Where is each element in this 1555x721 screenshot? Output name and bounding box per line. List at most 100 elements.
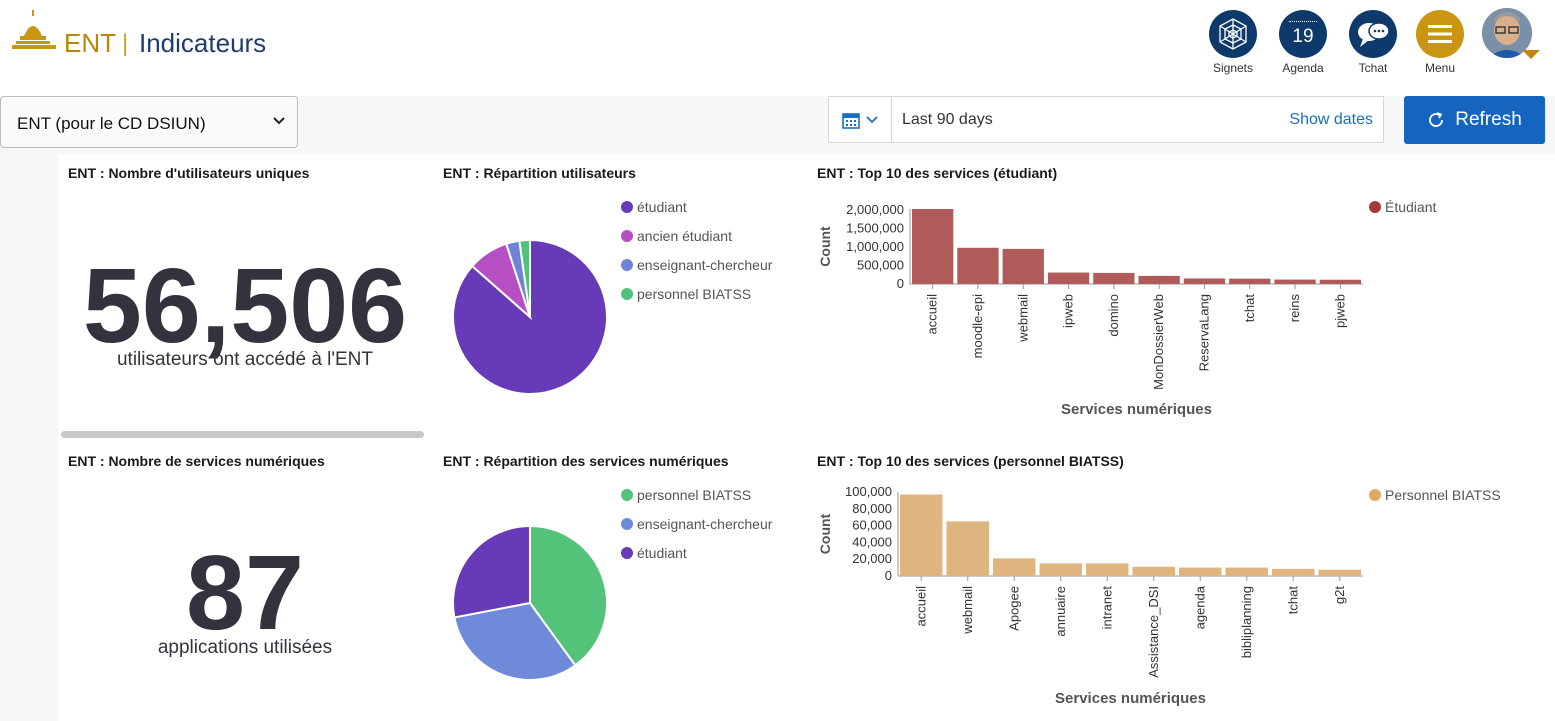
services-count-caption: applications utilisées (157, 637, 333, 658)
legend-item[interactable]: enseignant-chercheur (621, 509, 772, 538)
brand-separator: | (122, 30, 129, 57)
chevron-down-icon (866, 115, 878, 123)
legend-item[interactable]: enseignant-chercheur (621, 250, 772, 279)
spiderweb-icon (1219, 18, 1247, 50)
signets-button[interactable] (1209, 10, 1257, 58)
legend-swatch (621, 258, 633, 271)
y-axis-title: Count (817, 513, 833, 554)
bar[interactable] (912, 209, 954, 284)
bar[interactable] (1179, 567, 1222, 576)
left-gutter (0, 154, 58, 721)
date-picker: Last 90 days Show dates (828, 96, 1384, 143)
signets-label: Signets (1212, 61, 1254, 75)
x-tick-label: moodle-epi (970, 294, 985, 358)
legend-swatch (621, 517, 633, 530)
bar[interactable] (1093, 272, 1135, 284)
y-axis-title: Count (817, 226, 833, 267)
bar[interactable] (993, 558, 1036, 576)
top-students-legend: Étudiant (1369, 192, 1436, 221)
tchat-label: Tchat (1358, 61, 1388, 75)
agenda-button[interactable]: 19 (1279, 10, 1327, 58)
refresh-label: Refresh (1455, 109, 1522, 130)
x-tick-label: pjweb (1332, 294, 1347, 328)
bar[interactable] (1138, 275, 1180, 284)
bar[interactable] (946, 521, 990, 576)
bar[interactable] (1318, 569, 1362, 576)
y-tick-label: 1,500,000 (846, 221, 904, 236)
bar[interactable] (1002, 248, 1044, 284)
services-panel-title: ENT : Nombre de services numériques (68, 453, 325, 469)
legend-item[interactable]: Personnel BIATSS (1369, 480, 1501, 509)
bar[interactable] (1039, 563, 1083, 576)
dome-logo-icon (12, 10, 56, 49)
user-menu-caret[interactable] (1522, 50, 1540, 59)
x-tick-label: tchat (1242, 294, 1257, 323)
calendar-icon: 19 (1279, 10, 1327, 58)
legend-item[interactable]: personnel BIATSS (621, 279, 772, 308)
calendar-icon (842, 112, 860, 129)
users-split-legend: étudiant ancien étudiant enseignant-cherch… (621, 192, 772, 308)
agenda-date-badge: 19 (1292, 26, 1314, 47)
bar[interactable] (1272, 568, 1315, 576)
bar[interactable] (900, 494, 943, 576)
bar[interactable] (957, 247, 999, 284)
legend-swatch (1369, 200, 1381, 213)
legend-label: ancien étudiant (637, 227, 732, 244)
y-tick-label: 0 (885, 568, 892, 583)
legend-label: enseignant-chercheur (637, 515, 773, 532)
legend-label: personnel BIATSS (637, 486, 752, 503)
legend-item[interactable]: personnel BIATSS (621, 480, 772, 509)
x-tick-label: ReservaLang (1196, 294, 1211, 371)
bar[interactable] (1183, 278, 1226, 284)
top-students-chart: 2,000,000 1,500,000 1,000,000 500,000 0 accue… (817, 202, 1363, 418)
legend-item[interactable]: étudiant (621, 192, 772, 221)
dataset-select-value: ENT (pour le CD DSIUN) (17, 114, 206, 133)
x-tick-label: webmail (1015, 294, 1030, 343)
bar[interactable] (1047, 272, 1090, 284)
quick-menu-button[interactable] (829, 97, 892, 142)
show-dates-link[interactable]: Show dates (1289, 111, 1373, 129)
legend-swatch (621, 229, 633, 242)
x-tick-label: ipweb (1061, 294, 1076, 328)
refresh-button[interactable]: Refresh (1404, 96, 1545, 144)
pie-slice[interactable] (452, 524, 531, 619)
y-tick-label: 100,000 (845, 484, 892, 499)
legend-swatch (621, 200, 633, 213)
x-tick-label: agenda (1192, 585, 1207, 629)
app-header: ENT | Indicateurs Signets 19 Agenda Tcha… (0, 0, 1555, 96)
users-panel-title: ENT : Nombre d'utilisateurs uniques (68, 165, 310, 181)
bar[interactable] (1319, 279, 1361, 284)
horizontal-scrollbar[interactable] (61, 431, 424, 438)
top-staff-legend: Personnel BIATSS (1369, 480, 1501, 509)
y-tick-label: 40,000 (852, 534, 892, 549)
legend-swatch (621, 287, 633, 300)
date-range-text[interactable]: Last 90 days (902, 111, 993, 129)
ent-logo[interactable] (10, 10, 60, 54)
tchat-button[interactable] (1349, 10, 1397, 58)
bar[interactable] (1225, 567, 1269, 576)
x-tick-label: accueil (913, 586, 928, 627)
bar[interactable] (1086, 563, 1129, 576)
page-title: Indicateurs (139, 28, 267, 58)
legend-item[interactable]: Étudiant (1369, 192, 1436, 221)
users-split-pie (452, 238, 608, 395)
bar[interactable] (1274, 279, 1316, 284)
x-tick-label: annuaire (1053, 586, 1068, 637)
dataset-select[interactable]: ENT (pour le CD DSIUN) (0, 96, 298, 148)
menu-button[interactable] (1416, 10, 1464, 58)
bar[interactable] (1229, 278, 1271, 284)
y-tick-label: 20,000 (852, 551, 892, 566)
top-staff-chart: 100,000 80,000 60,00040,000 20,000 0 accueil w… (817, 484, 1363, 707)
legend-item[interactable]: étudiant (621, 538, 772, 567)
y-tick-label: 2,000,000 (846, 202, 904, 217)
legend-item[interactable]: ancien étudiant (621, 221, 772, 250)
x-tick-label: accueil (925, 294, 940, 335)
services-split-title: ENT : Répartition des services numérique… (443, 453, 729, 469)
brand-name[interactable]: ENT (64, 28, 116, 59)
menu-label: Menu (1424, 61, 1456, 75)
x-tick-label: bibliplanning (1239, 586, 1254, 658)
x-tick-label: domino (1106, 294, 1121, 337)
services-split-pie (452, 524, 608, 681)
bar[interactable] (1132, 566, 1176, 576)
legend-label: personnel BIATSS (637, 285, 752, 302)
